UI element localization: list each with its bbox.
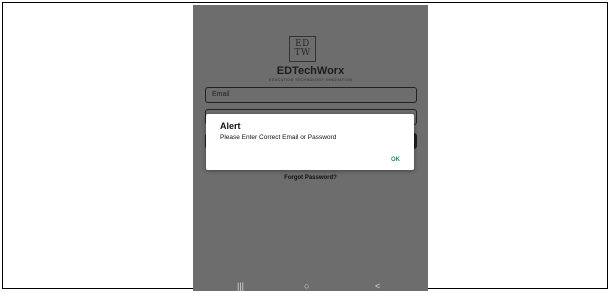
logo-bottom-letters: TW — [294, 48, 311, 58]
email-field[interactable]: Email — [205, 87, 417, 103]
forgot-password-link[interactable]: Forgot Password? — [193, 175, 428, 181]
alert-dialog: Alert Please Enter Correct Email or Pass… — [206, 114, 414, 170]
alert-title: Alert — [220, 121, 241, 131]
recents-icon[interactable]: ||| — [237, 281, 244, 291]
system-nav-bar: ||| ○ < — [193, 281, 428, 291]
ok-button[interactable]: OK — [391, 157, 400, 163]
back-icon[interactable]: < — [375, 281, 380, 291]
alert-message: Please Enter Correct Email or Password — [220, 134, 337, 141]
brand-tagline: EDUCATION TECHNOLOGY INNOVATION — [268, 78, 353, 82]
app-logo: ED TW — [289, 36, 316, 62]
home-icon[interactable]: ○ — [304, 281, 309, 291]
brand-name: EDTechWorx — [276, 65, 345, 77]
